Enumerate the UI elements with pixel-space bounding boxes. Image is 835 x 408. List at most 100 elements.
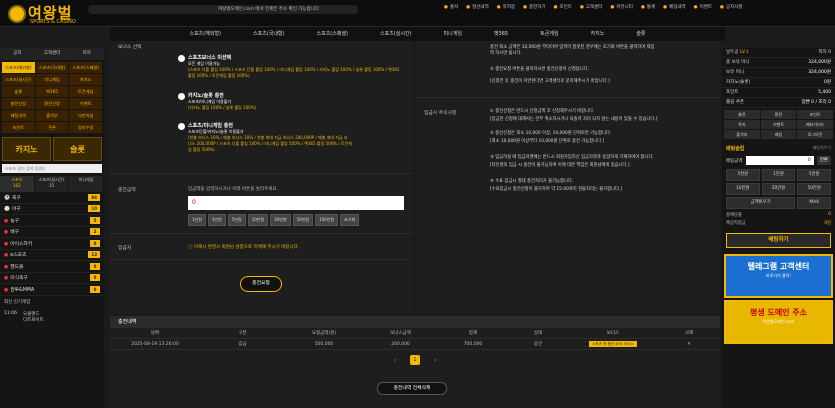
bet-amount-btn[interactable]: 50만원	[797, 183, 831, 195]
reset-btn[interactable]: 초기화	[340, 214, 360, 226]
menu-attendance[interactable]: 출석	[440, 3, 462, 13]
quick-item[interactable]: 포인트	[797, 110, 833, 119]
cat-item[interactable]: 충전신청	[2, 98, 35, 109]
tab-minigame[interactable]: 미니게임	[69, 176, 104, 192]
cat-item[interactable]: 스포츠(국내형)	[35, 62, 69, 73]
tab-sports-live[interactable]: 스포츠(실시간) 15	[34, 176, 69, 192]
sport-item[interactable]: ● 아이스하키 0	[0, 238, 104, 250]
amount-btn[interactable]: 1만원	[188, 214, 206, 226]
quick-item[interactable]: 출석부	[724, 130, 760, 139]
delete-all-button[interactable]: 충전내역 전체삭제	[377, 382, 447, 395]
sport-item[interactable]: ● 농구 5	[0, 215, 104, 227]
cat-item[interactable]: 벳365	[35, 86, 69, 97]
bet-convert-button[interactable]: 전환	[816, 156, 831, 165]
bet-amount-btn[interactable]: 10만원	[726, 183, 760, 195]
menu-stats[interactable]: 통계	[637, 3, 659, 13]
bet-clear-btn[interactable]: 금액비우기	[726, 197, 796, 209]
sport-item[interactable]: ⚽ 축구 94	[0, 192, 104, 204]
quick-item[interactable]: 로그아웃	[797, 130, 833, 139]
casino-banner[interactable]: 카지노	[2, 137, 51, 161]
tab-sports[interactable]: 스포츠 162	[0, 176, 34, 192]
radio-icon[interactable]	[178, 55, 185, 62]
sport-item[interactable]: ● 미식축구 0	[0, 273, 104, 284]
bet-amount-input[interactable]: 0	[745, 156, 814, 165]
cat-item[interactable]: 환전신청	[35, 98, 69, 109]
popular-team2[interactable]: 디트로이트	[23, 318, 44, 323]
bet-amount-btn[interactable]: 5만원	[797, 169, 831, 181]
popular-team1[interactable]: 오클랜드	[23, 312, 40, 317]
menu-event[interactable]: 이벤트	[690, 3, 716, 13]
amount-btn[interactable]: 30만원	[270, 214, 291, 226]
menu-settle[interactable]: 정산내역	[462, 3, 493, 13]
quick-item[interactable]: 쪽지	[724, 120, 760, 129]
amount-btn[interactable]: 10만원	[247, 214, 269, 226]
sport-item[interactable]: ● 핸드볼 0	[0, 261, 104, 273]
menu-support[interactable]: 고객센터	[576, 3, 607, 13]
cat-item[interactable]: 카지노	[69, 74, 102, 85]
slot-banner[interactable]: 슬롯	[53, 137, 102, 161]
radio-icon[interactable]	[178, 123, 185, 130]
sport-item[interactable]: ⚾ 야구 10	[0, 204, 104, 215]
left-inbox[interactable]: 쪽지	[69, 48, 104, 60]
cat-item[interactable]: 스포츠(스페셜)	[69, 62, 102, 73]
menu-point[interactable]: 포인트	[550, 3, 576, 13]
cat-item[interactable]: 스포츠(실시간)	[2, 74, 35, 85]
domain-promo[interactable]: 평생 도메인 주소 여왕벌도메인.com	[724, 300, 833, 344]
user-inbox[interactable]: 쪽지 0	[818, 48, 831, 57]
menu-inbox[interactable]: 쪽지함	[493, 3, 519, 13]
next-page-icon[interactable]: ›	[434, 357, 436, 364]
nav-minigame[interactable]: 미니게임	[428, 27, 478, 41]
cat-item[interactable]: 이벤트	[69, 98, 102, 109]
logo[interactable]: 여왕벌 SPORTS & CASINO	[4, 2, 84, 26]
amount-input[interactable]: 0	[188, 196, 404, 210]
quick-item[interactable]: 메타가이드	[797, 120, 833, 129]
amount-btn[interactable]: 3만원	[207, 214, 226, 226]
cat-item[interactable]: 쿠폰	[35, 122, 69, 133]
sport-search-input[interactable]: 스포츠 경기 검색 (팀명)	[2, 164, 102, 173]
quick-item[interactable]: 베팅	[760, 130, 797, 139]
delete-row-icon[interactable]: ✕	[658, 339, 720, 349]
sport-item[interactable]: ● e스포츠 13	[0, 250, 104, 261]
quick-item[interactable]: 이벤트	[760, 120, 797, 129]
nav-bet365[interactable]: 벳365	[478, 27, 524, 41]
cat-item[interactable]: 출석부	[35, 110, 69, 121]
bet-amount-btn[interactable]: 5천원	[726, 169, 760, 181]
cat-item[interactable]: 토큰게임	[69, 86, 102, 97]
bet-submit-button[interactable]: 배팅하기	[726, 233, 831, 248]
bet-amount-btn[interactable]: 1만원	[761, 169, 796, 181]
nav-casino[interactable]: 카지노	[575, 27, 621, 41]
quick-item[interactable]: 환전	[760, 110, 797, 119]
cat-item[interactable]: 포인트	[2, 122, 35, 133]
amount-btn[interactable]: 100만원	[315, 214, 339, 226]
betslip-clear[interactable]: 배팅지우기	[813, 145, 831, 152]
cat-item[interactable]: 정보수정	[69, 122, 102, 133]
menu-community[interactable]: 커뮤니티	[606, 3, 637, 13]
menu-deposit[interactable]: 충전하기	[519, 3, 550, 13]
cat-item[interactable]: 스포츠(해외형)	[2, 62, 35, 73]
telegram-promo[interactable]: 텔레그램 고객센터 바로가기 클릭!	[724, 254, 833, 298]
nav-token[interactable]: 토큰게임	[524, 27, 574, 41]
nav-slot[interactable]: 슬롯	[620, 27, 661, 41]
bonus-option-none[interactable]: 스포츠보너스 미선택 모든 게임 이용가능 (스포츠 다폴 롤링 100% / …	[178, 55, 403, 79]
cat-item[interactable]: 다만의날	[69, 110, 102, 121]
page-number[interactable]: 1	[410, 355, 420, 365]
left-notice[interactable]: 공지	[0, 48, 35, 60]
quick-item[interactable]: 충전	[724, 110, 760, 119]
cat-item[interactable]: 베팅내역	[2, 110, 35, 121]
prev-page-icon[interactable]: ‹	[394, 357, 396, 364]
bet-max-btn[interactable]: MAX	[797, 197, 831, 209]
deposit-submit-button[interactable]: 충전요청	[240, 276, 282, 292]
bonus-option-sports[interactable]: 스포츠/미니게임 충전 스포츠단폴/카지노/슬롯 이용불가 (첫충 보너스 10…	[178, 123, 352, 153]
amount-btn[interactable]: 5만원	[227, 214, 246, 226]
bet-amount-btn[interactable]: 20만원	[761, 183, 796, 195]
nav-sports-dom[interactable]: 스포츠(국내형)	[237, 27, 301, 41]
nav-sports-live[interactable]: 스포츠(실시간)	[364, 27, 428, 41]
radio-icon[interactable]	[178, 93, 185, 100]
left-support[interactable]: 고객센터	[35, 48, 70, 60]
bonus-option-casino[interactable]: 카지노/슬롯 충전 스포츠/미니게임 이용불가 (카지노 롤링 100% / 슬…	[178, 93, 256, 111]
cat-item[interactable]: 슬롯	[2, 86, 35, 97]
sport-item[interactable]: ● 권투&MMA 0	[0, 284, 104, 296]
menu-notice[interactable]: 공지사항	[716, 3, 747, 13]
sport-item[interactable]: ● 배구 2	[0, 227, 104, 238]
nav-sports-special[interactable]: 스포츠(스페셜)	[301, 27, 365, 41]
